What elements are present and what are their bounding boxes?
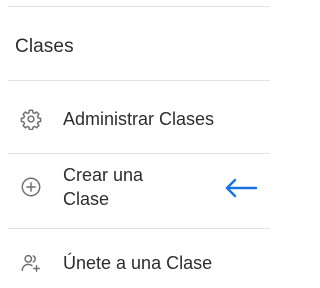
gear-icon [20,108,42,130]
section-title: Clases [15,36,74,57]
people-add-icon [20,252,42,274]
divider [8,80,270,81]
arrow-left-icon [224,177,258,199]
menu-item-label: Únete a una Clase [63,253,213,273]
divider [8,6,270,7]
menu-item-manage-classes[interactable]: Administrar Clases [0,96,270,142]
menu-item-label: Crear una Clase [63,165,144,209]
classes-menu: Clases Administrar Clases Crear una Clas… [0,0,270,288]
menu-item-label: Administrar Clases [63,109,215,129]
menu-item-join-class[interactable]: Únete a una Clase [0,241,270,287]
divider [8,228,270,229]
divider [8,153,270,154]
plus-circle-icon [20,176,42,198]
